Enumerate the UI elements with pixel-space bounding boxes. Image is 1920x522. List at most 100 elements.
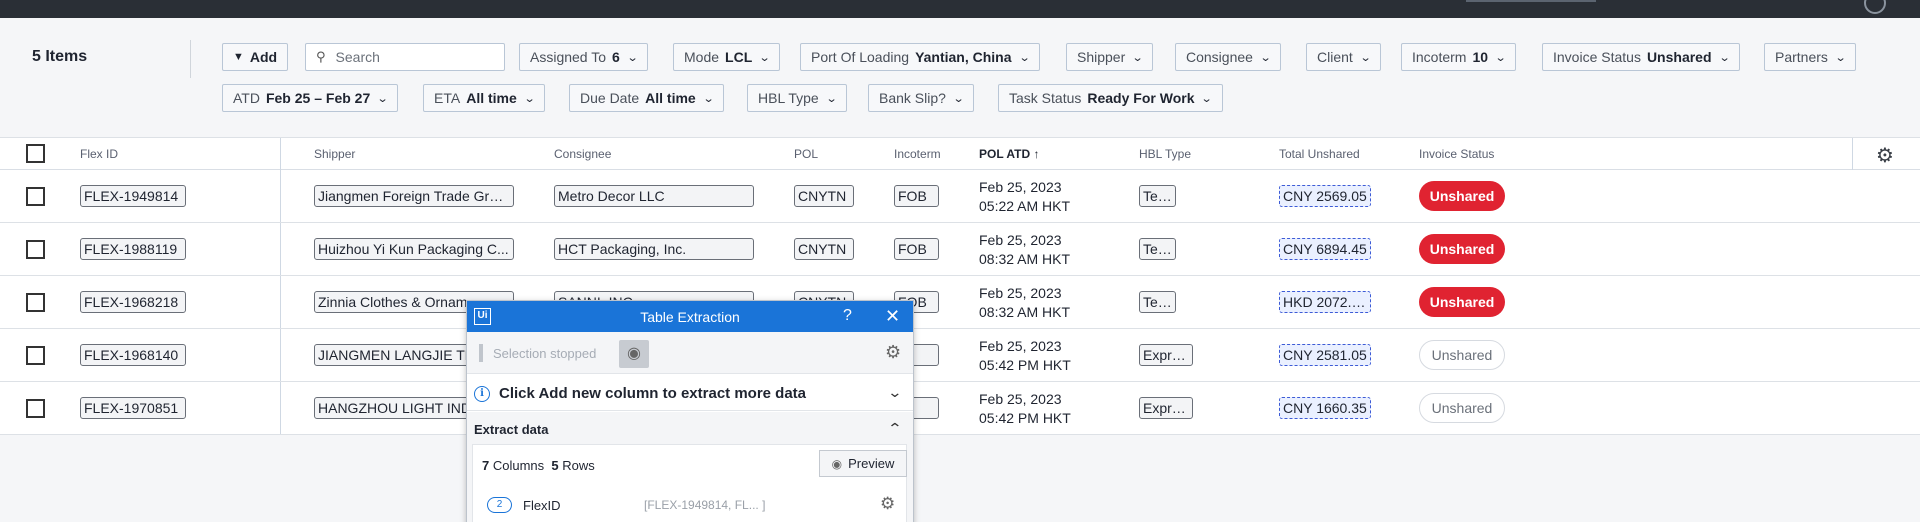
filter-due-date[interactable]: Due Date All time ⌄: [569, 84, 724, 112]
column-name[interactable]: FlexID: [523, 498, 561, 513]
filter-partners[interactable]: Partners ⌄: [1764, 43, 1857, 71]
add-filter-button[interactable]: ▼ Add: [222, 43, 289, 71]
shipper-cell[interactable]: Jiangmen Foreign Trade Grou...: [314, 185, 514, 207]
filter-consignee[interactable]: Consignee ⌄: [1175, 43, 1282, 71]
column-header-shipper[interactable]: Shipper: [314, 147, 355, 161]
column-header-consignee[interactable]: Consignee: [554, 147, 611, 161]
column-header-incoterm[interactable]: Incoterm: [894, 147, 941, 161]
dialog-title-bar[interactable]: Ui Table Extraction ? ✕: [467, 301, 913, 332]
user-avatar-icon[interactable]: [1864, 0, 1886, 14]
row-checkbox[interactable]: [26, 187, 45, 206]
chevron-down-icon: ⌄: [758, 51, 771, 64]
chevron-down-icon: ⌄: [626, 51, 639, 64]
preview-button[interactable]: ◉ Preview: [819, 450, 907, 477]
gear-icon[interactable]: ⚙: [885, 342, 901, 363]
column-header-pol[interactable]: POL: [794, 147, 818, 161]
column-header-total-unshared[interactable]: Total Unshared: [1279, 147, 1360, 161]
column-header-hbl-type[interactable]: HBL Type: [1139, 147, 1191, 161]
pol-cell[interactable]: CNYTN: [794, 185, 854, 207]
hbl-type-cell[interactable]: Telex: [1139, 238, 1176, 260]
pol-cell[interactable]: CNYTN: [794, 238, 854, 260]
row-checkbox[interactable]: [26, 399, 45, 418]
chevron-down-icon: ⌄: [702, 92, 715, 105]
table-row[interactable]: FLEX-1968140 JIANGMEN LANGJIE TR... B Fe…: [0, 329, 1920, 382]
row-checkbox[interactable]: [26, 293, 45, 312]
table-header: Flex ID Shipper Consignee POL Incoterm P…: [0, 138, 1920, 170]
chevron-down-icon: ⌄: [1259, 51, 1272, 64]
pol-atd-cell: Feb 25, 2023 05:42 PM HKT: [979, 338, 1071, 373]
filter-bank-slip[interactable]: Bank Slip? ⌄: [868, 84, 975, 112]
columns-rows-count: 7 Columns 5 Rows: [482, 458, 595, 473]
row-checkbox[interactable]: [26, 346, 45, 365]
flex-id-cell[interactable]: FLEX-1970851: [80, 397, 186, 419]
column-settings-gear-icon[interactable]: ⚙: [880, 494, 895, 514]
status-badge: Unshared: [1419, 340, 1505, 370]
consignee-cell[interactable]: Metro Decor LLC: [554, 185, 754, 207]
chevron-down-icon: ⌄: [1201, 92, 1214, 105]
info-text: Click Add new column to extract more dat…: [499, 385, 807, 402]
table-row[interactable]: FLEX-1970851 HANGZHOU LIGHT IND... B Feb…: [0, 382, 1920, 435]
extract-data-panel: 7 Columns 5 Rows ◉ Preview 2 FlexID [FLEX…: [472, 444, 907, 522]
total-unshared-cell[interactable]: HKD 2072.23: [1279, 291, 1371, 313]
eye-icon: ◉: [831, 456, 843, 471]
shipper-cell[interactable]: Huizhou Yi Kun Packaging C...: [314, 238, 514, 260]
flex-id-cell[interactable]: FLEX-1968140: [80, 344, 186, 366]
pol-atd-cell: Feb 25, 2023 05:42 PM HKT: [979, 391, 1071, 426]
column-header-flex-id[interactable]: Flex ID: [80, 147, 118, 161]
hbl-type-cell[interactable]: Telex: [1139, 185, 1176, 207]
chevron-down-icon: ⌄: [952, 92, 965, 105]
table-row[interactable]: FLEX-1988119 Huizhou Yi Kun Packaging C.…: [0, 223, 1920, 276]
column-divider: [1852, 138, 1853, 170]
info-icon: i: [474, 386, 490, 402]
table-row[interactable]: FLEX-1968218 Zinnia Clothes & Ornam... S…: [0, 276, 1920, 329]
table-row[interactable]: FLEX-1949814 Jiangmen Foreign Trade Grou…: [0, 170, 1920, 223]
total-unshared-cell[interactable]: CNY 2569.05: [1279, 185, 1371, 207]
chevron-down-icon: ⌄: [1018, 51, 1031, 64]
filter-client[interactable]: Client ⌄: [1306, 43, 1382, 71]
status-badge: Unshared: [1419, 287, 1505, 317]
selection-status: Selection stopped: [493, 346, 597, 361]
close-icon[interactable]: ✕: [885, 306, 900, 327]
global-search-edge[interactable]: [1466, 0, 1596, 2]
dialog-toolbar: Selection stopped ◉ ⚙: [467, 332, 913, 374]
status-badge: Unshared: [1419, 393, 1505, 423]
column-sample-values: [FLEX-1949814, FL... ]: [644, 498, 766, 512]
incoterm-cell[interactable]: FOB: [894, 185, 939, 207]
column-header-pol-atd[interactable]: POL ATD ↑: [979, 147, 1039, 161]
total-unshared-cell[interactable]: CNY 2581.05: [1279, 344, 1371, 366]
flex-id-cell[interactable]: FLEX-1968218: [80, 291, 186, 313]
hbl-type-cell[interactable]: Express: [1139, 397, 1193, 419]
filter-shipper[interactable]: Shipper ⌄: [1066, 43, 1154, 71]
filter-port-of-loading[interactable]: Port Of Loading Yantian, China ⌄: [800, 43, 1040, 71]
eye-icon[interactable]: ◉: [619, 340, 649, 368]
filter-task-status[interactable]: Task Status Ready For Work ⌄: [998, 84, 1223, 112]
total-unshared-cell[interactable]: CNY 6894.45: [1279, 238, 1371, 260]
hbl-type-cell[interactable]: Telex: [1139, 291, 1176, 313]
column-index-badge: 2: [487, 497, 512, 513]
hbl-type-cell[interactable]: Express: [1139, 344, 1193, 366]
chevron-down-icon: ⌄: [376, 92, 389, 105]
total-unshared-cell[interactable]: CNY 1660.35: [1279, 397, 1371, 419]
consignee-cell[interactable]: HCT Packaging, Inc.: [554, 238, 754, 260]
filter-atd[interactable]: ATD Feb 25 – Feb 27 ⌄: [222, 84, 399, 112]
info-banner[interactable]: i Click Add new column to extract more d…: [467, 375, 913, 411]
row-checkbox[interactable]: [26, 240, 45, 259]
filter-assigned-to[interactable]: Assigned To 6 ⌄: [519, 43, 649, 71]
filter-mode[interactable]: Mode LCL ⌄: [673, 43, 781, 71]
chevron-up-icon[interactable]: ⌃: [887, 420, 902, 437]
column-header-invoice-status[interactable]: Invoice Status: [1419, 147, 1494, 161]
select-all-checkbox[interactable]: [26, 144, 45, 163]
flex-id-cell[interactable]: FLEX-1988119: [80, 238, 186, 260]
items-count: 5 Items: [32, 48, 88, 65]
filter-incoterm[interactable]: Incoterm 10 ⌄: [1401, 43, 1517, 71]
flex-id-cell[interactable]: FLEX-1949814: [80, 185, 186, 207]
incoterm-cell[interactable]: FOB: [894, 238, 939, 260]
filter-invoice-status[interactable]: Invoice Status Unshared ⌄: [1542, 43, 1740, 71]
help-icon[interactable]: ?: [843, 307, 852, 325]
table-settings-gear-icon[interactable]: ⚙: [1876, 143, 1894, 168]
chevron-down-icon[interactable]: ⌄: [887, 384, 902, 401]
status-badge: Unshared: [1419, 181, 1505, 211]
filter-eta[interactable]: ETA All time ⌄: [423, 84, 545, 112]
filter-hbl-type[interactable]: HBL Type ⌄: [747, 84, 847, 112]
search-input[interactable]: ⚲ Search: [305, 43, 505, 71]
